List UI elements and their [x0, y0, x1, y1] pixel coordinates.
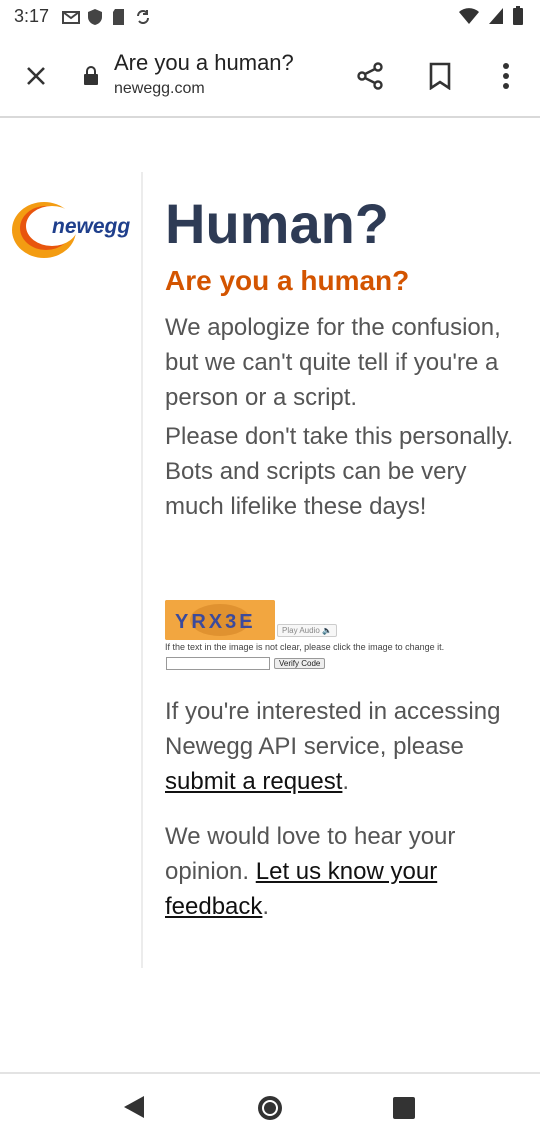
page-title[interactable]: Are you a human? — [114, 50, 294, 76]
feedback-text: We would love to hear your opinion. Let … — [165, 819, 535, 924]
wifi-icon — [459, 8, 479, 24]
page-subheading: Are you a human? — [165, 265, 410, 296]
status-time: 3:17 — [14, 6, 50, 26]
system-icons — [458, 6, 524, 26]
play-audio-label: Play Audio — [282, 626, 320, 635]
captcha-image[interactable]: YRX3E — [165, 600, 275, 640]
toolbar-divider — [0, 116, 540, 118]
share-button[interactable] — [350, 56, 390, 96]
system-nav-bar — [0, 1074, 540, 1140]
bookmark-icon — [429, 62, 451, 90]
bookmark-button[interactable] — [420, 56, 460, 96]
play-audio-button[interactable]: Play Audio 🔈 — [277, 624, 338, 637]
divider — [141, 172, 143, 968]
shield-icon — [88, 9, 102, 25]
browser-toolbar: Are you a human? newegg.com — [0, 40, 540, 116]
close-tab-button[interactable] — [18, 58, 54, 94]
submit-request-link[interactable]: submit a request — [165, 768, 342, 795]
more-vert-icon — [503, 63, 509, 89]
battery-icon — [513, 6, 523, 25]
api-text: If you're interested in accessing Newegg… — [165, 694, 535, 799]
newegg-logo: newegg — [12, 202, 130, 258]
back-icon[interactable] — [122, 1094, 146, 1120]
api-text-before: If you're interested in accessing Newegg… — [165, 698, 501, 760]
speaker-icon: 🔈 — [322, 626, 333, 635]
sync-icon — [137, 10, 149, 24]
api-text-after: . — [342, 768, 350, 795]
gmail-icon — [62, 11, 80, 24]
bots-text: Please don't take this personally. Bots … — [165, 423, 514, 520]
feedback-text-after: . — [262, 893, 270, 920]
share-icon — [357, 62, 383, 90]
logo-text: newegg — [52, 215, 130, 238]
home-icon[interactable] — [256, 1094, 284, 1122]
captcha-text: YRX3E — [175, 611, 256, 633]
main-content: Human? Are you a human? We apologize for… — [165, 190, 525, 528]
page-url[interactable]: newegg.com — [114, 80, 205, 98]
verify-code-button[interactable]: Verify Code — [274, 658, 326, 669]
close-icon — [27, 67, 45, 85]
more-options-button[interactable] — [488, 56, 524, 96]
secondary-content: If you're interested in accessing Newegg… — [165, 694, 535, 944]
recents-icon[interactable] — [392, 1096, 416, 1120]
status-bar: 3:17 — [0, 0, 540, 36]
notification-icons — [62, 8, 152, 26]
lock-icon — [84, 66, 98, 85]
captcha-area: YRX3E Play Audio 🔈 — [165, 600, 485, 640]
apology-text: We apologize for the confusion, but we c… — [165, 314, 501, 411]
signal-icon — [489, 8, 503, 24]
sd-card-icon — [113, 9, 124, 25]
captcha-input[interactable] — [166, 657, 270, 670]
page-heading: Human? — [165, 192, 389, 255]
captcha-help-text: If the text in the image is not clear, p… — [165, 642, 445, 652]
